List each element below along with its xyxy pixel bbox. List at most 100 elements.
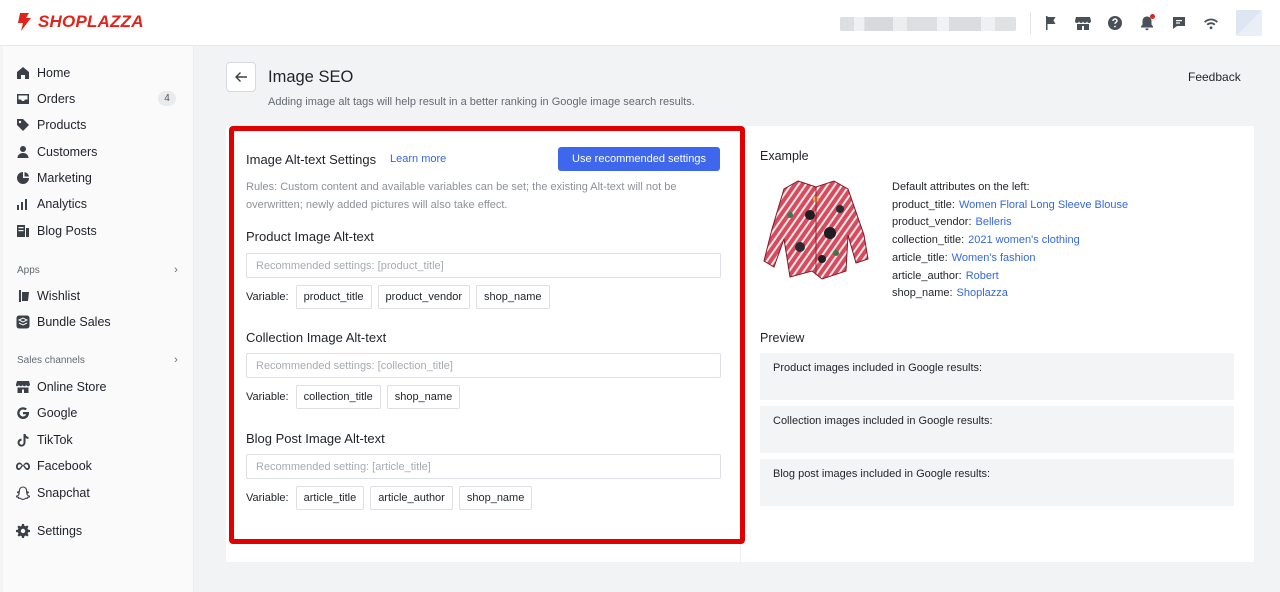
variable-label: Variable:	[246, 391, 289, 403]
sidebar-section-sales-channels[interactable]: Sales channels ›	[17, 352, 182, 368]
page-subtitle: Adding image alt tags will help result i…	[268, 96, 695, 108]
sidebar-item-label: Facebook	[37, 459, 92, 473]
orders-count-badge: 4	[158, 91, 176, 106]
blog-alt-text-title: Blog Post Image Alt-text	[246, 431, 385, 446]
sidebar-item-settings[interactable]: Settings	[3, 518, 194, 544]
attribute-key: product_title:	[892, 199, 955, 211]
arrow-left-icon	[235, 72, 247, 82]
bundle-icon	[16, 315, 30, 329]
notification-dot	[1150, 14, 1155, 19]
sidebar-item-marketing[interactable]: Marketing	[3, 165, 194, 191]
attribute-row: article_author: Robert	[892, 270, 999, 282]
attribute-value: Belleris	[975, 216, 1012, 228]
variable-chip-product-vendor[interactable]: product_vendor	[377, 285, 470, 309]
snapchat-icon	[16, 486, 30, 500]
sidebar-item-label: Google	[37, 406, 78, 420]
preview-blog-box: Blog post images included in Google resu…	[760, 459, 1234, 506]
preview-product-label: Product images included in Google result…	[773, 362, 983, 374]
blog-icon	[16, 224, 30, 238]
collection-variables-row: Variable: collection_title shop_name	[246, 385, 461, 409]
attribute-row: article_title: Women's fashion	[892, 252, 1035, 264]
sidebar-item-bundle-sales[interactable]: Bundle Sales	[3, 309, 194, 335]
section-heading: Apps	[17, 264, 40, 276]
sidebar-item-facebook[interactable]: Facebook	[3, 453, 194, 479]
attribute-row: collection_title: 2021 women's clothing	[892, 234, 1080, 246]
gear-icon	[16, 524, 30, 538]
blog-variables-row: Variable: article_title article_author s…	[246, 486, 533, 510]
chevron-right-icon: ›	[174, 264, 178, 276]
sidebar-item-orders[interactable]: Orders 4	[3, 86, 194, 112]
chevron-right-icon: ›	[174, 354, 178, 366]
example-title: Example	[760, 149, 809, 163]
attribute-value: 2021 women's clothing	[968, 234, 1080, 246]
product-alt-text-input[interactable]	[246, 253, 721, 278]
sidebar-item-products[interactable]: Products	[3, 112, 194, 138]
attribute-key: article_author:	[892, 270, 962, 282]
use-recommended-settings-button[interactable]: Use recommended settings	[558, 147, 720, 171]
tiktok-icon	[16, 433, 30, 447]
google-icon	[16, 406, 30, 420]
variable-chip-collection-title[interactable]: collection_title	[295, 385, 381, 409]
variable-label: Variable:	[246, 492, 289, 504]
preview-collection-box: Collection images included in Google res…	[760, 406, 1234, 453]
attribute-value: Robert	[965, 270, 999, 282]
topbar-divider	[1030, 12, 1031, 34]
preview-product-box: Product images included in Google result…	[760, 353, 1234, 400]
attribute-value: Shoplazza	[956, 287, 1008, 299]
shoplazza-logo[interactable]: SHOPLAZZA	[16, 12, 144, 32]
attribute-row: product_vendor: Belleris	[892, 216, 1012, 228]
chat-icon[interactable]	[1170, 14, 1188, 32]
rules-text: Rules: Custom content and available vari…	[246, 181, 677, 211]
sidebar-section-apps[interactable]: Apps ›	[17, 262, 182, 278]
flag-icon[interactable]	[1042, 14, 1060, 32]
avatar[interactable]	[1236, 10, 1262, 36]
bar-chart-icon	[16, 197, 30, 211]
wifi-icon[interactable]	[1202, 14, 1220, 32]
brand-name: SHOPLAZZA	[38, 12, 144, 31]
attribute-key: collection_title:	[892, 234, 965, 246]
product-alt-text-title: Product Image Alt-text	[246, 229, 374, 244]
preview-collection-label: Collection images included in Google res…	[773, 415, 993, 427]
sidebar-item-online-store[interactable]: Online Store	[3, 374, 194, 400]
sidebar-item-tiktok[interactable]: TikTok	[3, 427, 194, 453]
person-icon	[16, 145, 30, 159]
sidebar-item-label: Snapchat	[37, 486, 90, 500]
sidebar-item-label: Blog Posts	[37, 224, 97, 238]
sidebar-item-google[interactable]: Google	[3, 400, 194, 426]
sidebar-item-label: Analytics	[37, 197, 88, 211]
variable-label: Variable:	[246, 291, 289, 303]
store-icon[interactable]	[1074, 14, 1092, 32]
variable-chip-product-title[interactable]: product_title	[295, 285, 372, 309]
variable-chip-article-author[interactable]: article_author	[370, 486, 453, 510]
sidebar-item-blog-posts[interactable]: Blog Posts	[3, 218, 194, 244]
sidebar-item-label: Home	[37, 66, 71, 80]
learn-more-link[interactable]: Learn more	[390, 153, 446, 165]
sidebar-item-analytics[interactable]: Analytics	[3, 191, 194, 217]
variable-chip-shop-name[interactable]: shop_name	[476, 285, 550, 309]
preview-blog-label: Blog post images included in Google resu…	[773, 468, 991, 480]
card-divider	[740, 126, 741, 562]
collection-alt-text-input[interactable]	[246, 353, 721, 378]
preview-title: Preview	[760, 331, 805, 345]
variable-chip-shop-name[interactable]: shop_name	[458, 486, 533, 510]
blog-alt-text-input[interactable]	[246, 454, 721, 479]
sidebar-item-customers[interactable]: Customers	[3, 139, 194, 165]
orders-icon	[16, 92, 30, 106]
product-image-blouse	[763, 180, 869, 280]
back-button[interactable]	[226, 62, 256, 92]
sidebar-item-wishlist[interactable]: Wishlist	[3, 283, 194, 309]
sidebar-item-label: Marketing	[37, 171, 92, 185]
attributes-heading: Default attributes on the left:	[892, 181, 1030, 193]
feedback-link[interactable]: Feedback	[1188, 70, 1241, 84]
variable-chip-article-title[interactable]: article_title	[295, 486, 365, 510]
help-icon[interactable]	[1106, 14, 1124, 32]
attribute-key: product_vendor:	[892, 216, 972, 228]
store-icon	[16, 380, 30, 394]
variable-chip-shop-name[interactable]: shop_name	[386, 385, 461, 409]
sidebar-item-snapchat[interactable]: Snapchat	[3, 480, 194, 506]
home-icon	[16, 66, 30, 80]
section-heading: Sales channels	[17, 354, 85, 366]
attribute-row: shop_name: Shoplazza	[892, 287, 1008, 299]
sidebar-item-home[interactable]: Home	[3, 60, 194, 86]
bell-icon[interactable]	[1138, 14, 1156, 32]
